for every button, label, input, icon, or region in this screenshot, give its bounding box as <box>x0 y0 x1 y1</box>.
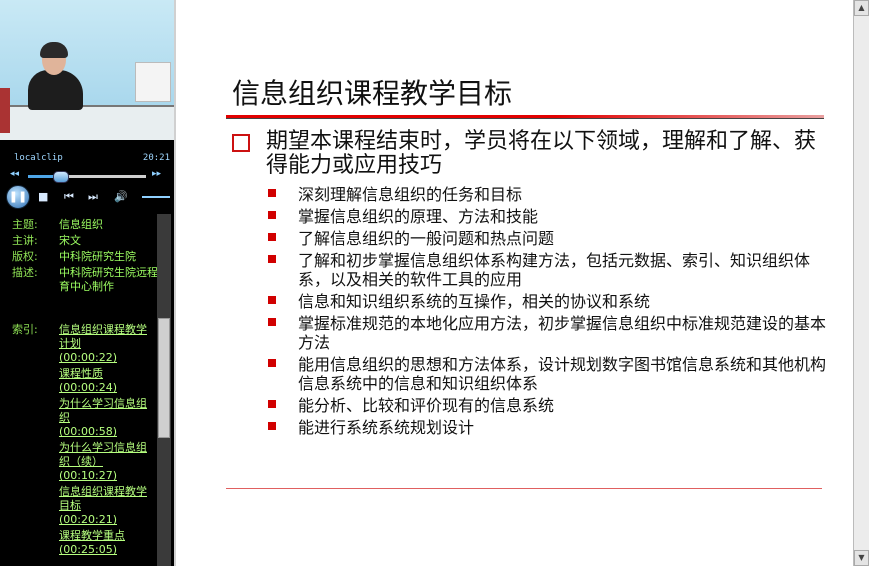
list-item: 掌握标准规范的本地化应用方法，初步掌握信息组织中标准规范建设的基本方法 <box>266 314 826 352</box>
chapter-time: (00:00:22) <box>59 351 117 364</box>
volume-slider[interactable] <box>142 196 170 198</box>
player-panel: localclip 20:21 ◂◂ ▸▸ ❚❚ ■ ⏮ ⏭ 🔊 主题: 信息组织… <box>0 0 174 566</box>
bottom-divider <box>226 488 822 489</box>
red-square-bullet-icon <box>268 400 276 408</box>
index-scrollbar[interactable] <box>157 214 171 566</box>
list-item: 了解信息组织的一般问题和热点问题 <box>266 229 826 248</box>
list-item: 能进行系统系统规划设计 <box>266 418 826 437</box>
sub-point-text: 能分析、比较和评价现有的信息系统 <box>298 396 555 415</box>
seek-thumb[interactable] <box>52 171 69 183</box>
sub-point-text: 了解信息组织的一般问题和热点问题 <box>298 229 555 248</box>
video-frame[interactable] <box>0 0 174 140</box>
pause-icon[interactable]: ❚❚ <box>6 185 30 209</box>
chapter-title: 课程性质 <box>59 367 103 380</box>
sub-point-text: 能进行系统系统规划设计 <box>298 418 475 437</box>
sub-point-text: 信息和知识组织系统的互操作，相关的协议和系统 <box>298 292 651 311</box>
chapter-time: (00:20:21) <box>59 513 117 526</box>
rewind-icon[interactable]: ◂◂ <box>10 169 19 179</box>
list-item: 掌握信息组织的原理、方法和技能 <box>266 207 826 226</box>
list-item: 了解和初步掌握信息组织体系构建方法，包括元数据、索引、知识组织体系，以及相关的软… <box>266 251 826 289</box>
seek-bar[interactable]: ◂◂ ▸▸ <box>0 168 174 184</box>
volume-icon[interactable]: 🔊 <box>114 190 128 203</box>
red-square-bullet-icon <box>268 318 276 326</box>
scroll-up-icon[interactable]: ▲ <box>854 0 869 16</box>
chapter-time: (00:25:05) <box>59 543 117 556</box>
next-icon[interactable]: ⏭ <box>88 190 98 204</box>
chapter-link[interactable]: 课程性质 (00:00:24) <box>59 367 152 395</box>
chapter-time: (00:00:58) <box>59 425 117 438</box>
clip-time: 20:21 <box>142 153 170 163</box>
chapter-title: 信息组织课程教学目标 <box>59 485 147 512</box>
seek-track[interactable] <box>28 171 146 183</box>
sub-point-text: 能用信息组织的思想和方法体系，设计规划数字图书馆信息系统和其他机构信息系统中的信… <box>298 355 827 393</box>
chapter-time: (00:10:27) <box>59 469 117 482</box>
title-underline <box>226 115 824 119</box>
speaker-label: 主讲: <box>12 234 38 247</box>
chapter-title: 为什么学习信息组织（续） <box>59 441 147 468</box>
presenter-body <box>28 70 83 110</box>
slide-scrollbar[interactable]: ▲ ▼ <box>853 0 869 566</box>
chapter-link[interactable]: 信息组织课程教学计划 (00:00:22) <box>59 323 152 365</box>
sub-point-text: 掌握信息组织的原理、方法和技能 <box>298 207 539 226</box>
chapter-list: 信息组织课程教学计划 (00:00:22) 课程性质 (00:00:24) 为什么学… <box>59 323 152 557</box>
slide-title: 信息组织课程教学目标 <box>232 77 513 110</box>
list-item: 深刻理解信息组织的任务和目标 <box>266 185 826 204</box>
chapter-link[interactable]: 课程教学重点 (00:25:05) <box>59 529 152 557</box>
red-square-bullet-icon <box>268 211 276 219</box>
copyright-value: 中科院研究生院 <box>59 250 136 263</box>
title-underline-shadow <box>226 118 824 119</box>
clip-info-bar: localclip 20:21 <box>0 150 174 164</box>
chapter-title: 为什么学习信息组织 <box>59 397 147 424</box>
clip-metadata: 主题: 信息组织 主讲: 宋文 版权: 中科院研究生院 描述: 中科院研究生院远程教育中… <box>12 218 170 296</box>
description-value: 中科院研究生院远程教育中心制作 <box>59 266 169 293</box>
red-square-bullet-icon <box>268 255 276 263</box>
red-square-bullet-icon <box>268 296 276 304</box>
wall-panel <box>135 62 171 102</box>
slide-pane: 信息组织课程教学目标 期望本课程结束时，学员将在以下领域，理解和了解、获得能力或… <box>174 0 853 566</box>
chapter-link[interactable]: 为什么学习信息组织 (00:00:58) <box>59 397 152 439</box>
scroll-down-icon[interactable]: ▼ <box>854 550 869 566</box>
sub-point-text: 掌握标准规范的本地化应用方法，初步掌握信息组织中标准规范建设的基本方法 <box>298 314 827 352</box>
index-label: 索引: <box>12 323 38 336</box>
red-square-bullet-icon <box>268 422 276 430</box>
red-square-bullet-icon <box>268 359 276 367</box>
red-square-bullet-icon <box>268 233 276 241</box>
chapter-title: 课程教学重点 <box>59 529 125 542</box>
list-item: 能用信息组织的思想和方法体系，设计规划数字图书馆信息系统和其他机构信息系统中的信… <box>266 355 826 393</box>
red-square-bullet-icon <box>268 189 276 197</box>
chapter-link[interactable]: 信息组织课程教学目标 (00:20:21) <box>59 485 152 527</box>
hollow-square-bullet-icon <box>232 134 250 152</box>
main-point: 期望本课程结束时，学员将在以下领域，理解和了解、获得能力或应用技巧 <box>232 130 822 178</box>
subject-label: 主题: <box>12 218 38 231</box>
stop-icon[interactable]: ■ <box>38 190 48 203</box>
copyright-label: 版权: <box>12 250 38 263</box>
chapter-index: 索引: 信息组织课程教学计划 (00:00:22) 课程性质 (00:00:24) … <box>12 323 152 559</box>
list-item: 能分析、比较和评价现有的信息系统 <box>266 396 826 415</box>
previous-icon[interactable]: ⏮ <box>64 190 74 204</box>
speaker-value: 宋文 <box>59 234 81 247</box>
desk <box>0 105 174 140</box>
chair-edge <box>0 88 10 133</box>
sub-point-text: 深刻理解信息组织的任务和目标 <box>298 185 523 204</box>
description-label: 描述: <box>12 266 38 279</box>
main-point-text: 期望本课程结束时，学员将在以下领域，理解和了解、获得能力或应用技巧 <box>266 129 817 178</box>
sub-point-list: 深刻理解信息组织的任务和目标 掌握信息组织的原理、方法和技能 了解信息组织的一般… <box>266 185 826 440</box>
chapter-link[interactable]: 为什么学习信息组织（续） (00:10:27) <box>59 441 152 483</box>
presenter-hair <box>40 42 68 58</box>
forward-icon[interactable]: ▸▸ <box>152 169 161 179</box>
clip-name: localclip <box>14 153 63 163</box>
sub-point-text: 了解和初步掌握信息组织体系构建方法，包括元数据、索引、知识组织体系，以及相关的软… <box>298 251 811 289</box>
subject-value: 信息组织 <box>59 218 103 231</box>
chapter-title: 信息组织课程教学计划 <box>59 323 147 350</box>
list-item: 信息和知识组织系统的互操作，相关的协议和系统 <box>266 292 826 311</box>
index-scroll-thumb[interactable] <box>158 318 170 438</box>
player-controls: ❚❚ ■ ⏮ ⏭ 🔊 <box>0 184 174 210</box>
chapter-time: (00:00:24) <box>59 381 117 394</box>
